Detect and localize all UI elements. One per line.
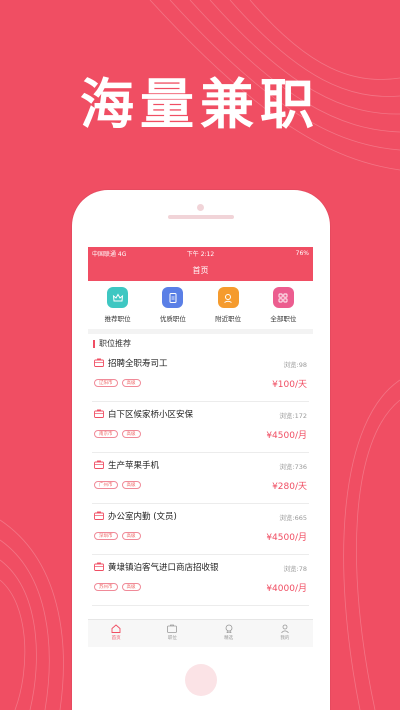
job-tags: 辽阳市 高级 [94,379,145,387]
tab-profile[interactable]: 我的 [260,620,310,647]
headline: 海量兼职 [80,73,320,136]
city-tag: 南京市 [94,430,118,438]
briefcase-icon [94,358,104,367]
job-tags: 广州市 高级 [94,481,145,489]
job-item[interactable]: 白下区候家桥小区安保 浏览:172 南京市 高级 ¥4500/月 [92,402,309,453]
category-all[interactable]: 全部职位 [258,287,308,329]
job-item[interactable]: 办公室内勤 (文员) 浏览:665 深圳市 高级 ¥4500/月 [92,504,309,555]
job-item[interactable]: 生产苹果手机 浏览:736 广州市 高级 ¥280/天 [92,453,309,504]
category-label: 推荐职位 [104,315,131,323]
job-pay: ¥100/天 [272,380,307,390]
job-title: 白下区候家桥小区安保 [108,410,194,420]
category-label: 优质职位 [159,315,186,323]
user-icon [281,624,289,633]
city-tag: 苏州市 [94,583,118,591]
document-icon [162,287,184,308]
briefcase-icon [94,460,104,469]
job-pay: ¥4500/月 [266,533,307,543]
category-recommended[interactable]: 推荐职位 [93,287,143,329]
level-tag: 高级 [121,430,141,438]
job-pay: ¥280/天 [272,482,307,492]
category-row: 推荐职位 优质职位 附近职位 全部职位 [88,281,313,329]
location-icon [217,287,239,308]
home-button[interactable] [185,664,217,696]
job-tags: 南京市 高级 [94,430,145,438]
category-label: 全部职位 [270,315,297,323]
level-tag: 高级 [121,379,141,387]
tab-home[interactable]: 首页 [91,620,141,647]
briefcase-icon [94,562,104,571]
tab-label: 我的 [280,636,290,641]
city-tag: 辽阳市 [94,379,118,387]
crown-icon [107,287,129,308]
status-bar: 中国联通 4G 下午 2:12 76% [88,247,313,259]
grid-icon [272,287,294,308]
city-tag: 广州市 [94,481,118,489]
job-item[interactable]: 黄埭镇泊客气进口商店招收银 浏览:78 苏州市 高级 ¥4000/月 [92,555,309,606]
job-tags: 苏州市 高级 [94,583,145,591]
category-nearby[interactable]: 附近职位 [203,287,253,329]
job-item[interactable]: 招聘全职寿司工 浏览:98 辽阳市 高级 ¥100/天 [92,351,309,402]
job-views: 浏览:736 [279,463,307,471]
tab-featured[interactable]: 精选 [204,620,254,647]
badge-icon [225,624,233,633]
tab-bar: 首页 职位 精选 我的 [88,619,313,647]
briefcase-icon [94,409,104,418]
job-views: 浏览:665 [279,514,307,522]
job-pay: ¥4500/月 [266,431,307,441]
page-title: 首页 [192,265,209,275]
job-pay: ¥4000/月 [266,584,307,594]
level-tag: 高级 [121,532,141,540]
status-time: 下午 2:12 [186,251,215,258]
job-views: 浏览:78 [283,565,307,573]
job-title: 招聘全职寿司工 [108,359,168,369]
section-header: 职位推荐 [88,334,313,351]
job-tags: 深圳市 高级 [94,532,145,540]
job-title: 黄埭镇泊客气进口商店招收银 [108,563,219,573]
tab-label: 职位 [167,636,177,641]
app-screen: 中国联通 4G 下午 2:12 76% 首页 推荐职位 优质职位 附近职位 全部… [88,247,313,647]
category-quality[interactable]: 优质职位 [148,287,198,329]
job-views: 浏览:172 [279,412,307,420]
nav-bar: 首页 [88,259,313,281]
speaker-slot [168,215,234,219]
level-tag: 高级 [121,481,141,489]
briefcase-icon [167,624,178,633]
city-tag: 深圳市 [94,532,118,540]
tab-label: 首页 [111,636,121,641]
home-icon [111,624,121,633]
tab-label: 精选 [224,636,234,641]
section-accent-bar [93,339,95,348]
camera-dot [197,204,204,211]
tab-jobs[interactable]: 职位 [147,620,197,647]
level-tag: 高级 [121,583,141,591]
job-views: 浏览:98 [283,361,307,369]
job-title: 生产苹果手机 [108,461,160,471]
briefcase-icon [94,511,104,520]
job-title: 办公室内勤 (文员) [108,512,177,522]
category-label: 附近职位 [215,315,242,323]
section-title: 职位推荐 [99,339,131,348]
